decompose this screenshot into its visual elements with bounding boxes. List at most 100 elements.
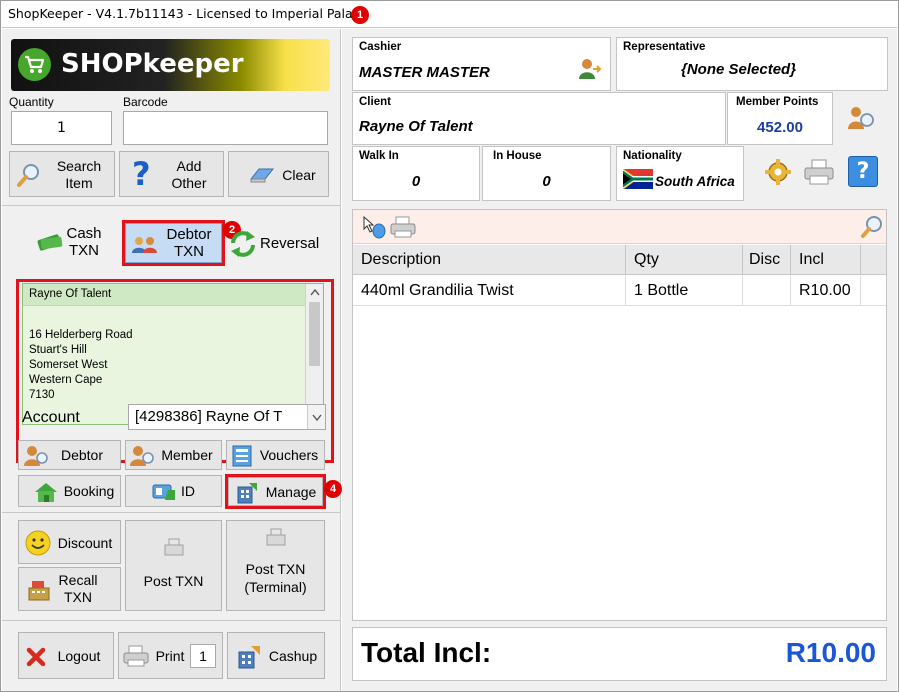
- account-dropdown-button[interactable]: [307, 405, 325, 429]
- column-header[interactable]: Description: [361, 251, 441, 269]
- refresh-arrows-icon: [231, 231, 255, 257]
- mouse-pointer-icon[interactable]: [361, 215, 387, 239]
- person-search-icon: [130, 446, 154, 466]
- id-button[interactable]: ID: [125, 475, 222, 507]
- address-lines: 16 Helderberg Road Stuart's Hill Somerse…: [29, 328, 133, 403]
- logout-label: Logout: [57, 648, 101, 664]
- south-africa-flag-icon: [623, 169, 653, 189]
- scroll-up-icon[interactable]: [310, 289, 320, 296]
- column-header[interactable]: Disc: [749, 251, 780, 269]
- walkin-value: 0: [411, 173, 421, 190]
- discount-button[interactable]: Discount: [18, 520, 121, 564]
- client-value: Rayne Of Talent: [359, 118, 473, 135]
- total-panel: Total Incl: R10.00: [352, 627, 887, 681]
- column-divider: [742, 245, 743, 275]
- logo-brand-text: SHOPkeeper: [61, 49, 244, 79]
- vouchers-button-label: Vouchers: [259, 447, 319, 463]
- cash-line2: TXN: [69, 242, 99, 259]
- member-button[interactable]: Member: [125, 440, 222, 470]
- scroll-thumb[interactable]: [309, 302, 320, 366]
- walkin-label: Walk In: [359, 150, 399, 162]
- member-points-value: 452.00: [757, 119, 803, 136]
- print-copies-input[interactable]: 1: [190, 644, 216, 668]
- id-card-icon: [152, 484, 175, 500]
- column-header[interactable]: Incl: [799, 251, 824, 269]
- vouchers-button[interactable]: Vouchers: [226, 440, 325, 470]
- house-icon: [35, 483, 57, 502]
- add-line1: Add: [176, 158, 202, 174]
- inhouse-label: In House: [493, 150, 542, 162]
- nationality-label: Nationality: [623, 150, 682, 162]
- search-item-button[interactable]: Search Item: [9, 151, 115, 197]
- add-line2: Other: [171, 175, 207, 191]
- column-divider: [860, 276, 861, 306]
- manage-button-label: Manage: [265, 484, 317, 500]
- people-icon: [132, 237, 157, 253]
- cashup-button[interactable]: Cashup: [227, 632, 325, 679]
- nationality-field[interactable]: Nationality South Africa: [616, 146, 744, 201]
- printer-icon[interactable]: [390, 216, 416, 238]
- member-button-label: Member: [161, 447, 213, 463]
- booking-button[interactable]: Booking: [18, 475, 121, 507]
- quantity-label: Quantity: [9, 95, 54, 109]
- account-select[interactable]: [4298386] Rayne Of T: [128, 404, 326, 430]
- client-label: Client: [359, 96, 391, 108]
- printer-icon: [123, 645, 149, 667]
- account-label: Account: [22, 409, 80, 426]
- debtor-line2: TXN: [174, 243, 204, 260]
- help-icon[interactable]: ?: [848, 156, 878, 187]
- debtor-name: Rayne Of Talent: [29, 288, 112, 300]
- address-scrollbar[interactable]: [305, 284, 323, 424]
- smiley-icon: [25, 530, 51, 556]
- manage-button[interactable]: Manage: [228, 477, 323, 506]
- total-value: R10.00: [785, 637, 876, 668]
- shopping-cart-icon: [18, 48, 51, 81]
- quantity-input[interactable]: 1: [11, 111, 112, 145]
- cashup-label: Cashup: [268, 648, 318, 664]
- person-search-icon: [24, 446, 48, 466]
- section-divider: [2, 205, 341, 206]
- post-txn-terminal-button[interactable]: Post TXN (Terminal): [226, 520, 325, 611]
- printer-icon[interactable]: [804, 159, 834, 185]
- representative-field[interactable]: Representative {None Selected}: [616, 37, 888, 91]
- print-label: Print: [155, 648, 185, 664]
- debtor-button[interactable]: Debtor: [18, 440, 121, 470]
- client-field[interactable]: Client Rayne Of Talent: [352, 92, 726, 145]
- magnifier-icon: [17, 164, 39, 187]
- post-txn-button[interactable]: Post TXN: [125, 520, 222, 611]
- column-header[interactable]: Qty: [634, 251, 659, 269]
- building-icon: [238, 646, 260, 669]
- barcode-input[interactable]: [123, 111, 328, 145]
- walkin-field[interactable]: Walk In 0: [352, 146, 480, 201]
- magnifier-icon[interactable]: [860, 215, 884, 239]
- address-line: Western Cape: [29, 374, 103, 386]
- gear-icon[interactable]: [763, 157, 793, 187]
- table-row[interactable]: 440ml Grandilia Twist 1 Bottle R10.00: [353, 276, 886, 306]
- recall-line2: TXN: [64, 589, 92, 605]
- cash-register-icon: [164, 538, 184, 556]
- callout-badge-4: 4: [324, 480, 342, 498]
- person-search-icon[interactable]: [847, 105, 875, 131]
- cashier-value: MASTER MASTER: [359, 64, 490, 81]
- recall-txn-button[interactable]: Recall TXN: [18, 567, 121, 611]
- reversal-button[interactable]: Reversal: [228, 227, 333, 261]
- cash-txn-button[interactable]: Cash TXN: [36, 223, 120, 263]
- add-other-button[interactable]: ? Add Other: [119, 151, 224, 197]
- column-divider: [790, 276, 791, 306]
- discount-button-label: Discount: [57, 535, 113, 551]
- clear-button[interactable]: Clear: [228, 151, 329, 197]
- logout-button[interactable]: Logout: [18, 632, 114, 679]
- window-title: ShopKeeper - V4.1.7b11143 - Licensed to …: [8, 6, 368, 21]
- address-line: Somerset West: [29, 359, 108, 371]
- clear-label: Clear: [282, 167, 316, 183]
- cashier-field[interactable]: Cashier MASTER MASTER: [352, 37, 611, 91]
- print-button[interactable]: Print 1: [118, 632, 223, 679]
- title-bar: ShopKeeper - V4.1.7b11143 - Licensed to …: [2, 2, 897, 28]
- person-arrow-icon: [579, 59, 602, 79]
- member-points-label: Member Points: [736, 96, 819, 108]
- debtor-txn-button[interactable]: Debtor TXN: [125, 223, 222, 263]
- inhouse-field[interactable]: In House 0: [482, 146, 611, 201]
- column-divider: [860, 245, 861, 275]
- section-divider: [2, 620, 341, 621]
- chevron-down-icon: [312, 414, 322, 421]
